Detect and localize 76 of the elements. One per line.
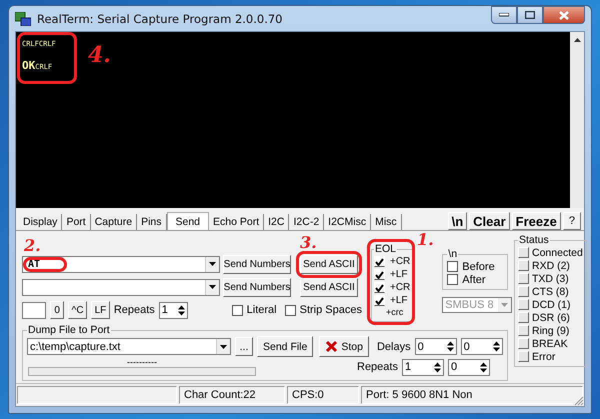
repeats-label: Repeats: [114, 304, 155, 316]
send-ascii-button[interactable]: Send ASCII: [300, 278, 358, 296]
repeats-label: Repeats: [357, 361, 398, 373]
char-button[interactable]: ^C: [68, 301, 88, 319]
annotation-number: 1.: [417, 231, 434, 248]
status-label: BREAK: [532, 338, 568, 350]
send-ascii-button[interactable]: Send ASCII: [300, 254, 358, 274]
toolbar-button[interactable]: Clear: [469, 212, 510, 230]
checkbox[interactable]: +LF: [374, 268, 410, 281]
status-label: DSR (6): [532, 312, 570, 324]
delays-label: Delays: [376, 340, 411, 352]
status-label: Error: [532, 350, 556, 362]
group-title: Dump File to Port: [27, 324, 111, 336]
dropdown-icon[interactable]: [205, 280, 219, 294]
checkbox[interactable]: +LF: [374, 294, 410, 307]
crc-label: +crc: [385, 307, 404, 319]
delay-spinner[interactable]: 0: [460, 338, 503, 355]
status-label: Ring (9): [532, 324, 570, 336]
annotation-number: 2.: [24, 236, 41, 254]
checkbox[interactable]: +CR: [374, 255, 410, 268]
checkbox[interactable]: Strip Spaces: [284, 304, 362, 316]
status-label: CTS (8): [532, 286, 569, 298]
group-title: Status: [518, 234, 550, 246]
repeats-spinner[interactable]: 0: [448, 358, 490, 376]
checkbox[interactable]: Literal: [232, 304, 277, 316]
scrollbar[interactable]: [570, 32, 584, 208]
send-file-button[interactable]: Send File: [257, 336, 314, 357]
browse-button[interactable]: ...: [235, 337, 253, 356]
progress-text: ----------: [127, 358, 157, 367]
send-numbers-button[interactable]: Send Numbers: [223, 278, 291, 296]
char-button[interactable]: LF: [91, 301, 110, 319]
char-field[interactable]: [22, 302, 46, 318]
send-field[interactable]: AT: [22, 256, 220, 272]
window-title: RealTerm: Serial Capture Program 2.0.0.70: [37, 12, 282, 26]
status-bar-cell: Port: 5 9600 8N1 Non: [361, 386, 583, 404]
checkbox[interactable]: After: [447, 273, 504, 286]
file-path-field[interactable]: c:\temp\capture.txt: [27, 338, 231, 355]
char-button[interactable]: 0: [50, 301, 64, 319]
minimize-button[interactable]: [491, 6, 517, 24]
dropdown-icon: [501, 303, 508, 307]
group-title: EOL: [374, 243, 398, 255]
toolbar-button[interactable]: Freeze: [512, 212, 561, 230]
repeats-spinner[interactable]: 1: [158, 302, 188, 318]
resize-grip-icon[interactable]: [574, 396, 584, 406]
close-icon: [559, 10, 569, 20]
app-icon: [15, 12, 31, 26]
annotation-ring: [17, 32, 77, 84]
checkbox[interactable]: Before: [447, 260, 504, 273]
repeats-spinner[interactable]: 1: [402, 358, 444, 376]
annotation-number: 3.: [300, 234, 317, 250]
status-label: DCD (1): [532, 298, 570, 310]
group-title: \n: [447, 248, 458, 260]
cross-icon: [325, 340, 338, 353]
maximize-icon: [525, 11, 535, 19]
status-label: RXD (2): [532, 260, 570, 272]
tab[interactable]: Send: [166, 212, 210, 230]
close-button[interactable]: [543, 6, 585, 24]
annotation-number: 4.: [88, 44, 111, 66]
annotation-ring: [23, 256, 67, 272]
status-label: Connected: [532, 246, 583, 258]
stop-button[interactable]: Stop: [319, 336, 369, 357]
status-bar-cell: Char Count:22: [179, 386, 285, 404]
delay-spinner[interactable]: 0: [414, 338, 457, 355]
status-bar-cell: CPS:0: [287, 386, 359, 404]
dropdown-icon[interactable]: [216, 339, 230, 354]
scroll-up-icon[interactable]: [574, 37, 580, 42]
toolbar-button[interactable]: ?: [562, 212, 581, 230]
spinner-arrows-icon[interactable]: [178, 304, 187, 316]
minimize-icon: [499, 13, 509, 17]
maximize-button[interactable]: [517, 6, 543, 24]
send-field[interactable]: [22, 278, 220, 296]
checkbox[interactable]: +CR: [374, 281, 410, 294]
send-numbers-button[interactable]: Send Numbers: [223, 254, 291, 274]
dropdown-icon[interactable]: [205, 256, 219, 272]
toolbar-button[interactable]: \n: [448, 212, 468, 230]
status-label: TXD (3): [532, 272, 569, 284]
